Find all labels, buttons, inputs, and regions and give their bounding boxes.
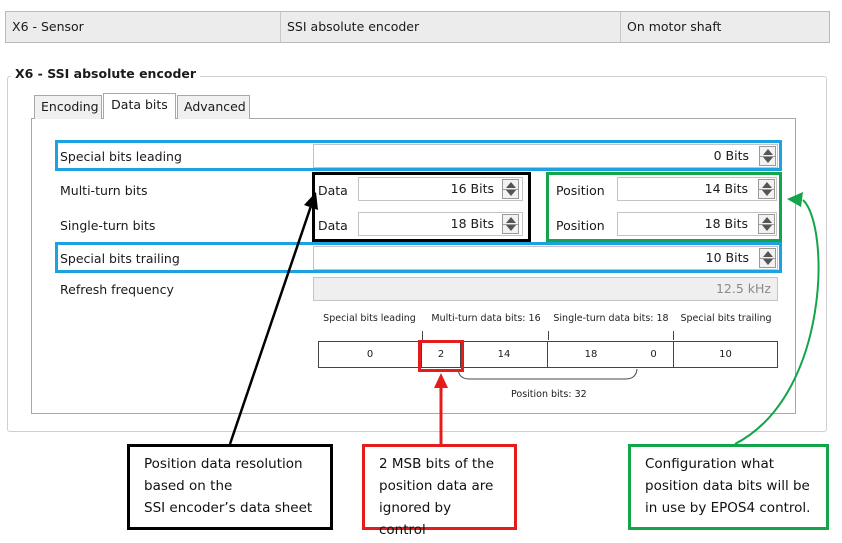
callout-data-resolution: Position data resolution based on the SS… [127,444,333,530]
callout-msb-ignored: 2 MSB bits of the position data are igno… [362,444,517,538]
callout-position-config: Configuration what position data bits wi… [628,444,829,530]
